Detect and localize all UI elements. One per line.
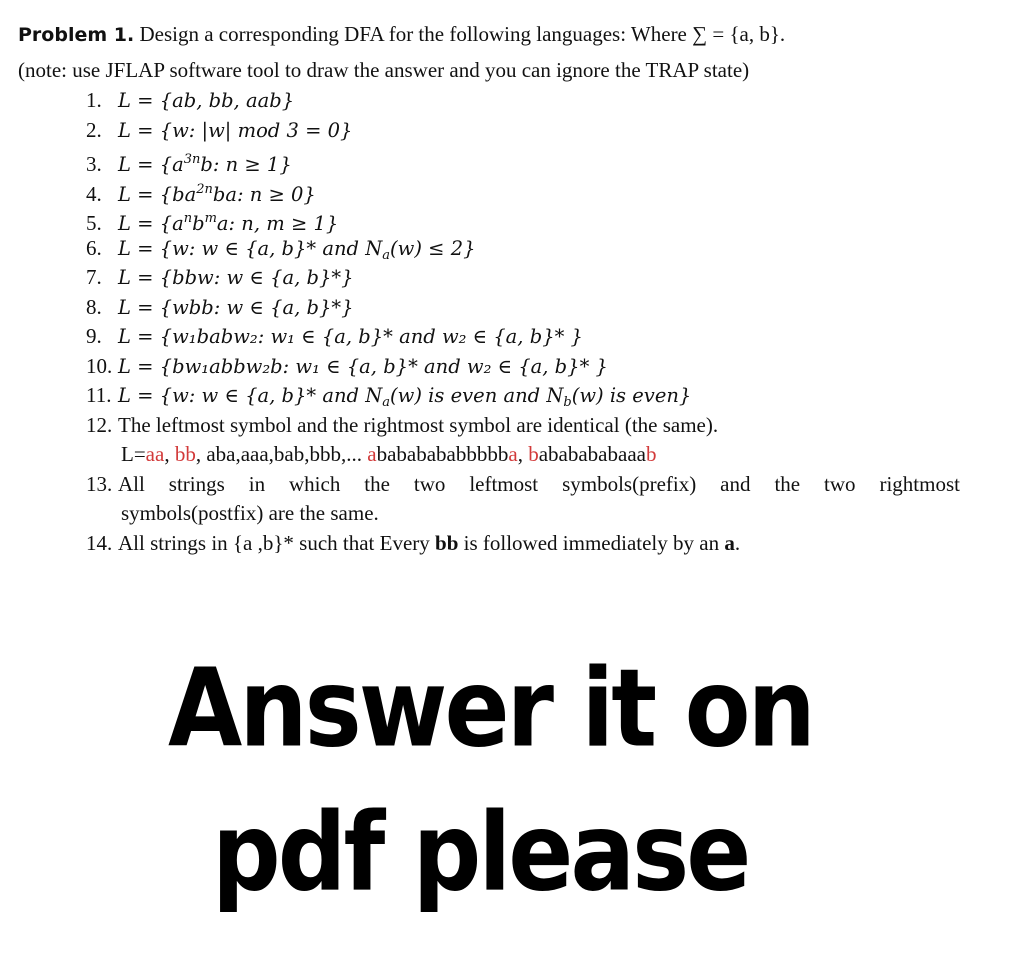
formula-part: (w) is even and N xyxy=(390,384,564,407)
text-part: is followed immediately by an xyxy=(458,530,725,555)
item-formula: L = {wbb: w ∈ {a, b}*} xyxy=(118,295,354,319)
example-strings: L=aa, bb, aba,aaa,bab,bbb,... ababababab… xyxy=(86,440,960,470)
item-formula: L = {anbma: n, m ≥ 1} xyxy=(118,211,339,235)
superscript: m xyxy=(204,211,217,226)
item-text: The leftmost symbol and the rightmost sy… xyxy=(118,412,719,437)
list-item-5: 5. L = {anbma: n, m ≥ 1} xyxy=(86,204,960,235)
formula-part: L = {a xyxy=(118,212,184,235)
highlight-text: aa xyxy=(145,442,165,466)
item-number: 8. xyxy=(86,294,102,319)
item-number: 1. xyxy=(86,88,102,112)
highlight-text: a xyxy=(508,442,518,466)
example-text: , aba,aaa,bab,bbb,... xyxy=(195,442,368,466)
superscript: 2n xyxy=(196,181,213,197)
item-number: 14. xyxy=(86,530,113,555)
item-formula: L = {w: w ∈ {a, b}* and Na(w) is even an… xyxy=(118,384,692,410)
formula-part: a: n, m ≥ 1} xyxy=(216,212,339,235)
list-item-1: 1. L = {ab, bb, aab} xyxy=(86,86,960,116)
item-formula: L = {bbw: w ∈ {a, b}*} xyxy=(118,266,354,289)
item-number: 9. xyxy=(86,324,102,348)
separator: , xyxy=(164,442,175,466)
subscript: b xyxy=(563,395,572,410)
bold-text: bb xyxy=(435,530,459,555)
item-formula: L = {bw₁abbw₂b: w₁ ∈ {a, b}* and w₂ ∈ {a… xyxy=(118,354,608,378)
list-item-6: 6. L = {w: w ∈ {a, b}* and Na(w) ≤ 2} xyxy=(86,234,960,264)
formula-part: L = {a xyxy=(118,153,184,176)
problem-note: (note: use JFLAP software tool to draw t… xyxy=(18,58,750,82)
example-prefix: L= xyxy=(121,442,146,466)
list-item-12: 12. The leftmost symbol and the rightmost… xyxy=(86,411,960,441)
subscript: a xyxy=(382,247,391,263)
highlight-text: b xyxy=(645,442,657,466)
item-formula: L = {w: |w| mod 3 = 0} xyxy=(118,118,353,142)
text-part: All strings in {a ,b}* such that Every xyxy=(118,530,436,555)
list-item-7: 7. L = {bbw: w ∈ {a, b}*} xyxy=(86,263,960,293)
item-formula: L = {w: w ∈ {a, b}* and Na(w) ≤ 2} xyxy=(118,236,476,263)
overlay-caption-line-1: Answer it on xyxy=(168,646,816,772)
list-item-9: 9. L = {w₁babw₂: w₁ ∈ {a, b}* and w₂ ∈ {a… xyxy=(86,322,960,352)
item-number: 12. xyxy=(86,412,113,437)
list-item-13-continuation: symbols(postfix) are the same. xyxy=(121,501,379,525)
list-item-11: 11. L = {w: w ∈ {a, b}* and Na(w) is even… xyxy=(86,381,960,411)
separator: , xyxy=(517,442,529,466)
bold-text: a xyxy=(724,530,735,555)
superscript: n xyxy=(183,211,193,226)
problem-statement: Design a corresponding DFA for the follo… xyxy=(134,22,786,46)
example-text: bababababbbbb xyxy=(376,442,509,466)
formula-part: ba: n ≥ 0} xyxy=(212,182,316,206)
item-text: All strings in {a ,b}* such that Every b… xyxy=(118,531,740,555)
language-list: 1. L = {ab, bb, aab} 2. L = {w: |w| mod 3 … xyxy=(86,86,960,558)
formula-part: L = {w: w ∈ {a, b}* and N xyxy=(118,236,383,260)
item-formula: L = {ba2nba: n ≥ 0} xyxy=(118,181,316,206)
item-text: All strings in which the two leftmost sy… xyxy=(118,471,960,496)
formula-part: b: n ≥ 1} xyxy=(200,153,292,176)
item-formula: L = {a3nb: n ≥ 1} xyxy=(118,152,292,176)
item-number: 2. xyxy=(86,117,102,142)
formula-part: L = {w: w ∈ {a, b}* and N xyxy=(118,384,383,407)
list-item-13: 13. All strings in which the two leftmost… xyxy=(86,470,960,500)
overlay-caption-line-2: pdf please xyxy=(212,790,751,916)
item-formula: L = {ab, bb, aab} xyxy=(118,89,295,112)
problem-label: Problem 1. xyxy=(18,24,135,46)
list-item-2: 2. L = {w: |w| mod 3 = 0} xyxy=(86,116,960,146)
text-part: . xyxy=(734,530,741,555)
item-number: 7. xyxy=(86,265,102,289)
list-item-3: 3. L = {a3nb: n ≥ 1} xyxy=(86,145,960,176)
item-formula: L = {w₁babw₂: w₁ ∈ {a, b}* and w₂ ∈ {a, … xyxy=(118,325,583,348)
formula-part: (w) ≤ 2} xyxy=(390,236,476,260)
item-number: 11. xyxy=(86,383,112,407)
formula-part: (w) is even} xyxy=(571,384,692,407)
subscript: a xyxy=(382,395,391,410)
list-item-10: 10. L = {bw₁abbw₂b: w₁ ∈ {a, b}* and w₂ ∈… xyxy=(86,352,960,382)
formula-part: b xyxy=(192,212,205,235)
formula-part: L = {ba xyxy=(118,182,197,206)
list-item-4: 4. L = {ba2nba: n ≥ 0} xyxy=(86,175,960,206)
item-number: 6. xyxy=(86,235,102,260)
list-item-14: 14. All strings in {a ,b}* such that Ever… xyxy=(86,529,960,559)
list-item-8: 8. L = {wbb: w ∈ {a, b}*} xyxy=(86,293,960,323)
example-text: ababababaaa xyxy=(538,442,646,466)
highlight-text: b xyxy=(528,442,539,466)
item-number: 10. xyxy=(86,353,113,378)
superscript: 3n xyxy=(183,152,201,167)
problem-heading: Problem 1. Design a corresponding DFA fo… xyxy=(18,22,785,47)
item-number: 13. xyxy=(86,471,113,496)
highlight-text: a xyxy=(367,442,377,466)
highlight-text: bb xyxy=(174,442,196,466)
